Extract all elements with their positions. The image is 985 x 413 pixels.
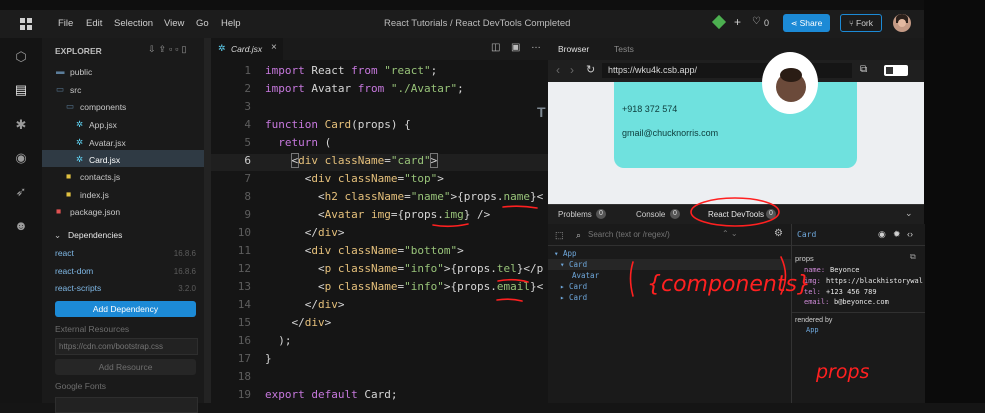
- email-underline-annotation: [496, 298, 523, 302]
- bracket-annotation: [629, 261, 634, 297]
- react-devtools-circle-annotation: [690, 197, 780, 227]
- name-underline-annotation: [502, 205, 538, 209]
- img-underline-annotation: [432, 223, 469, 228]
- props-annotation: props: [815, 361, 870, 383]
- components-annotation: {components}: [647, 272, 811, 297]
- handwritten-annotations: {components} props: [432, 197, 870, 383]
- tel-underline-annotation: [497, 278, 529, 283]
